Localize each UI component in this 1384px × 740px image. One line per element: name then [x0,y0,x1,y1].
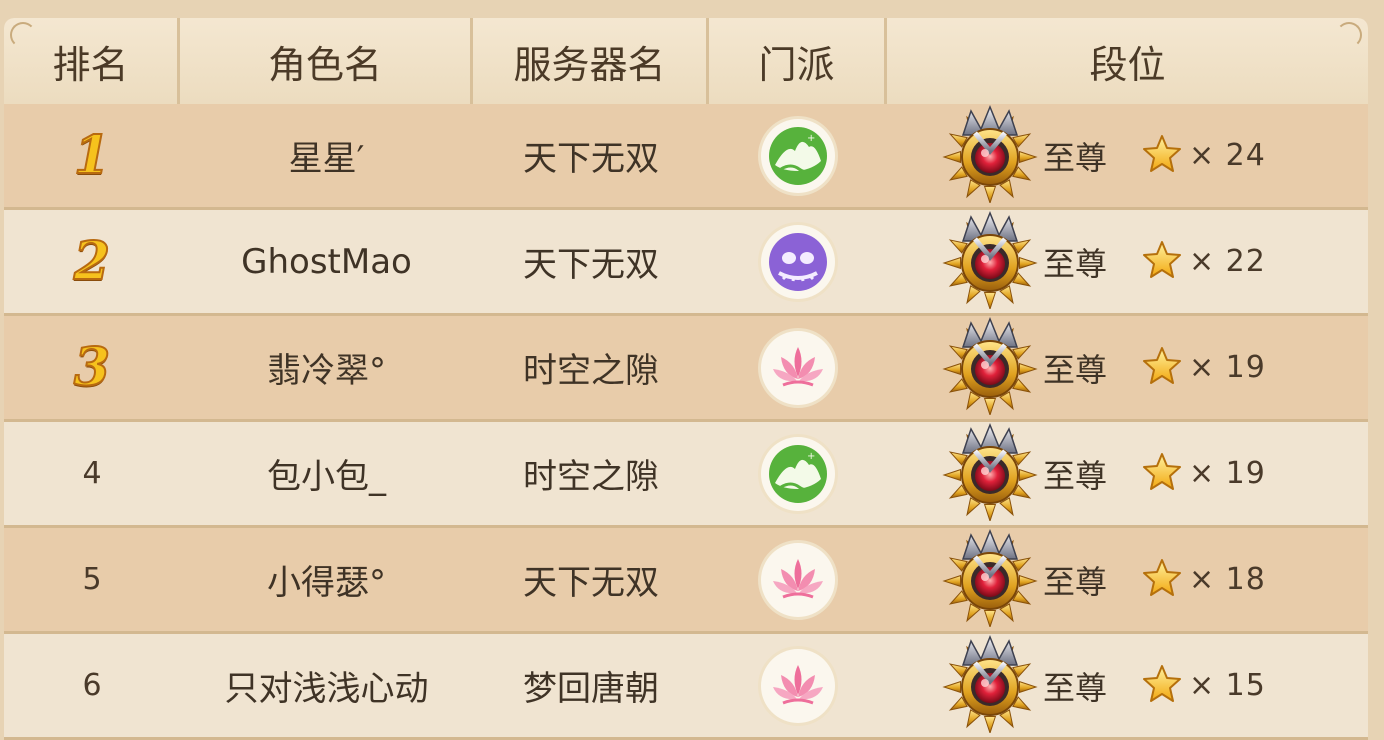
corner-ornament-left [10,22,36,48]
corner-ornament-right [1336,22,1362,48]
tier-cell: 至尊 × 24 [887,104,1368,207]
star-icon [1139,557,1183,603]
role-name: 只对浅浅心动 [224,669,429,709]
mountain-school-icon: + [761,436,835,511]
star-count: × 19 [1189,350,1266,385]
rank-cell: 1 [4,104,180,207]
star-icon [1139,451,1183,497]
ghost-school-icon [761,224,835,299]
tier-cell: 至尊 × 18 [887,528,1368,631]
supreme-tier-badge-icon [941,528,1039,631]
star-icon [1139,133,1183,179]
role-name: 翡冷翠° [267,351,386,391]
school-cell: + [709,422,887,525]
table-row[interactable]: 2 GhostMao 天下无双 至尊 × 22 [4,210,1368,316]
table-row[interactable]: 3 翡冷翠° 时空之隙 至尊 × 19 [4,316,1368,422]
star-count: × 15 [1189,668,1266,703]
table-row[interactable]: 4 包小包_ 时空之隙 + 至尊 × 19 [4,422,1368,528]
star-icon [1139,345,1183,391]
rank-medal-number: 1 [73,124,111,187]
supreme-tier-badge-icon [941,422,1039,525]
server-name-cell: 时空之隙 [473,316,709,419]
school-cell [709,316,887,419]
table-row[interactable]: 5 小得瑟° 天下无双 至尊 × 18 [4,528,1368,634]
server-name-cell: 天下无双 [473,528,709,631]
supreme-tier-badge-icon [941,104,1039,207]
table-header: 排名 角色名 服务器名 门派 段位 [4,18,1368,107]
star-count: × 18 [1189,562,1266,597]
role-name-cell: 只对浅浅心动 [180,634,473,737]
star-count: × 24 [1189,138,1266,173]
rank-medal-number: 2 [73,230,111,293]
server-name: 梦回唐朝 [523,669,659,709]
supreme-tier-badge-icon [941,634,1039,737]
server-name-cell: 天下无双 [473,104,709,207]
school-cell: + [709,104,887,207]
tier-title: 至尊 [1043,138,1108,177]
star-count: × 22 [1189,244,1266,279]
role-name: 小得瑟° [267,563,386,603]
header-server-name: 服务器名 [473,18,709,104]
server-name: 天下无双 [523,245,659,285]
role-name-cell: 包小包_ [180,422,473,525]
tier-title: 至尊 [1043,668,1108,707]
table-body: 1 星星′ 天下无双 + 至尊 × 24 2 GhostMao 天下无双 至尊 × 22 3 翡冷翠° 时… [4,104,1368,740]
lotus-school-icon [761,542,835,617]
role-name-cell: GhostMao [180,210,473,313]
school-cell [709,210,887,313]
tier-cell: 至尊 × 15 [887,634,1368,737]
server-name-cell: 梦回唐朝 [473,634,709,737]
role-name-cell: 小得瑟° [180,528,473,631]
tier-cell: 至尊 × 22 [887,210,1368,313]
supreme-tier-badge-icon [941,210,1039,313]
table-row[interactable]: 6 只对浅浅心动 梦回唐朝 至尊 × 15 [4,634,1368,740]
rank-number: 4 [82,456,102,491]
server-name: 时空之隙 [523,351,659,391]
table-row[interactable]: 1 星星′ 天下无双 + 至尊 × 24 [4,104,1368,210]
header-role-name: 角色名 [180,18,473,104]
server-name: 天下无双 [523,139,659,179]
rank-number: 6 [82,668,102,703]
tier-cell: 至尊 × 19 [887,422,1368,525]
rank-cell: 6 [4,634,180,737]
role-name-cell: 星星′ [180,104,473,207]
lotus-school-icon [761,330,835,405]
svg-text:+: + [807,133,815,144]
header-school: 门派 [709,18,887,104]
tier-title: 至尊 [1043,456,1108,495]
rank-cell: 3 [4,316,180,419]
role-name: 星星′ [288,139,365,179]
star-count: × 19 [1189,456,1266,491]
rank-cell: 4 [4,422,180,525]
tier-cell: 至尊 × 19 [887,316,1368,419]
rank-number: 5 [82,562,102,597]
server-name-cell: 天下无双 [473,210,709,313]
rank-medal-number: 3 [73,336,111,399]
svg-text:+: + [807,451,815,462]
server-name: 时空之隙 [523,457,659,497]
server-name: 天下无双 [523,563,659,603]
tier-title: 至尊 [1043,350,1108,389]
mountain-school-icon: + [761,118,835,193]
rank-cell: 5 [4,528,180,631]
tier-title: 至尊 [1043,562,1108,601]
star-icon [1139,663,1183,709]
role-name: 包小包_ [267,457,386,497]
server-name-cell: 时空之隙 [473,422,709,525]
supreme-tier-badge-icon [941,316,1039,419]
star-icon [1139,239,1183,285]
role-name-cell: 翡冷翠° [180,316,473,419]
header-tier: 段位 [1089,42,1166,87]
tier-title: 至尊 [1043,244,1108,283]
role-name: GhostMao [241,241,412,282]
school-cell [709,634,887,737]
rank-cell: 2 [4,210,180,313]
lotus-school-icon [761,648,835,723]
school-cell [709,528,887,631]
